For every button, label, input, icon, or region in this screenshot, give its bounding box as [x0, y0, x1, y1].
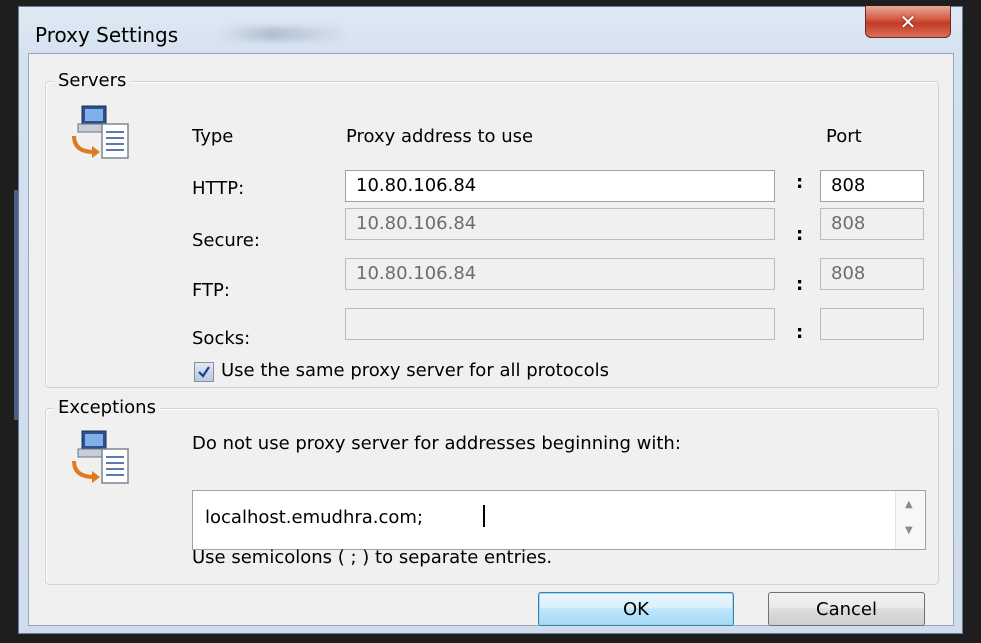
- checkmark-icon: [198, 366, 210, 378]
- network-computer-icon: [72, 105, 129, 159]
- close-icon: ✕: [899, 9, 917, 34]
- socks-label: Socks:: [192, 328, 251, 349]
- secure-label: Secure:: [192, 230, 260, 251]
- port-column-header: Port: [826, 126, 862, 147]
- dialog-client-area: Servers Type Proxy address to use Port H…: [28, 53, 954, 626]
- screen-edge-right: [963, 0, 981, 643]
- exceptions-hint: Use semicolons ( ; ) to separate entries…: [192, 547, 553, 568]
- socks-colon: :: [796, 322, 804, 343]
- same-proxy-checkbox[interactable]: [194, 362, 214, 382]
- ftp-label: FTP:: [192, 280, 230, 301]
- http-label: HTTP:: [192, 178, 245, 199]
- type-column-header: Type: [192, 126, 234, 147]
- exceptions-value: localhost.emudhra.com;: [205, 507, 424, 528]
- http-colon: :: [796, 172, 804, 193]
- exceptions-textarea[interactable]: localhost.emudhra.com; ▲ ▼: [192, 490, 926, 550]
- http-port-input[interactable]: 808: [820, 170, 924, 202]
- network-computer-icon: [72, 430, 129, 484]
- ftp-colon: :: [796, 274, 804, 295]
- window-title: Proxy Settings: [35, 23, 179, 47]
- screen-edge-bottom: [0, 634, 981, 643]
- ftp-port-input[interactable]: 808: [820, 258, 924, 290]
- secure-colon: :: [796, 224, 804, 245]
- textarea-scrollbar[interactable]: ▲ ▼: [895, 491, 925, 549]
- exceptions-group: Exceptions Do not use proxy server for a…: [45, 397, 939, 585]
- same-proxy-label[interactable]: Use the same proxy server for all protoc…: [221, 360, 609, 381]
- address-column-header: Proxy address to use: [346, 126, 534, 147]
- exceptions-description: Do not use proxy server for addresses be…: [192, 433, 681, 454]
- ftp-address-input[interactable]: 10.80.106.84: [345, 258, 775, 290]
- scroll-down-icon[interactable]: ▼: [905, 525, 913, 536]
- secure-port-input[interactable]: 808: [820, 208, 924, 240]
- title-bar-blur: [219, 27, 349, 41]
- ok-button[interactable]: OK: [538, 592, 734, 626]
- socks-address-input[interactable]: [345, 308, 775, 340]
- exceptions-legend: Exceptions: [54, 397, 160, 418]
- text-caret: [483, 505, 485, 527]
- screen-edge-left: [0, 0, 18, 643]
- http-address-input[interactable]: 10.80.106.84: [345, 170, 775, 202]
- close-button[interactable]: ✕: [865, 6, 951, 38]
- proxy-settings-dialog: Proxy Settings ✕ Servers Type Proxy addr…: [18, 6, 963, 634]
- scroll-up-icon[interactable]: ▲: [905, 499, 913, 510]
- socks-port-input[interactable]: [820, 308, 924, 340]
- cancel-button[interactable]: Cancel: [768, 592, 925, 626]
- secure-address-input[interactable]: 10.80.106.84: [345, 208, 775, 240]
- servers-group: Servers Type Proxy address to use Port H…: [45, 70, 939, 388]
- servers-legend: Servers: [54, 70, 131, 91]
